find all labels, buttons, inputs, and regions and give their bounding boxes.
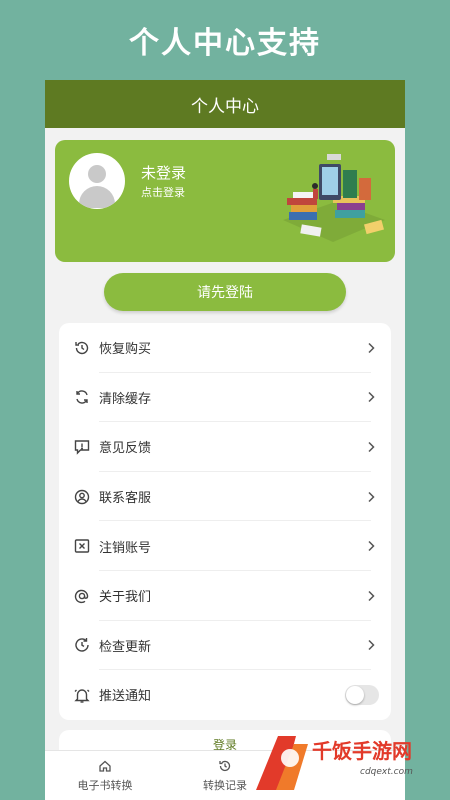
- app-bar: 个人中心: [45, 80, 405, 128]
- user-circle-icon: [73, 488, 91, 506]
- menu-item-customer-service[interactable]: 联系客服: [59, 472, 391, 522]
- menu-item-restore-purchase[interactable]: 恢复购买: [59, 323, 391, 373]
- chevron-right-icon: [368, 541, 375, 552]
- user-avatar-icon[interactable]: [69, 153, 125, 209]
- feedback-icon: [73, 438, 91, 456]
- update-clock-icon: [73, 636, 91, 654]
- profile-card[interactable]: 未登录 点击登录: [55, 140, 395, 262]
- chevron-right-icon: [368, 392, 375, 403]
- toggle-knob: [346, 685, 364, 704]
- menu-item-label: 联系客服: [99, 491, 152, 507]
- at-icon: [73, 587, 91, 605]
- menu-item-label: 关于我们: [99, 590, 152, 606]
- menu-item-check-update[interactable]: 检查更新: [59, 621, 391, 671]
- history-icon: [73, 339, 91, 357]
- chevron-right-icon: [368, 491, 375, 502]
- menu-item-label: 检查更新: [99, 639, 152, 655]
- menu-item-clear-cache[interactable]: 清除缓存: [59, 373, 391, 423]
- profile-login-hint[interactable]: 点击登录: [141, 184, 185, 200]
- push-notification-toggle[interactable]: [345, 684, 379, 705]
- home-icon: [99, 760, 111, 772]
- menu-item-label: 注销账号: [99, 540, 152, 556]
- watermark-text: 千饭手游网: [312, 739, 412, 763]
- menu-item-label: 意见反馈: [99, 441, 152, 457]
- watermark-subtext: cdqext.com: [360, 767, 413, 777]
- banner-title: 个人中心支持: [129, 26, 321, 61]
- tab-ebook-convert[interactable]: 电子书转换: [45, 751, 165, 800]
- chevron-right-icon: [368, 640, 375, 651]
- chevron-right-icon: [368, 590, 375, 601]
- menu-item-delete-account[interactable]: 注销账号: [59, 521, 391, 571]
- app-bar-title: 个人中心: [191, 96, 259, 117]
- login-button[interactable]: 请先登陆: [104, 273, 346, 311]
- bell-icon: [73, 686, 91, 704]
- menu-item-label: 清除缓存: [99, 391, 152, 407]
- watermark-logo: 千饭手游网 cdqext.com: [256, 736, 413, 790]
- menu-item-push-notification: 推送通知: [59, 670, 391, 720]
- chevron-right-icon: [368, 441, 375, 453]
- books-illustration: [283, 154, 385, 242]
- settings-menu: 恢复购买 清除缓存 意见反馈 联系客服 注销账号 关于我们 检查更新 推送通知: [59, 323, 391, 720]
- menu-item-label: 推送通知: [99, 689, 152, 705]
- menu-item-feedback[interactable]: 意见反馈: [59, 422, 391, 472]
- menu-item-label: 恢复购买: [99, 342, 152, 358]
- phone-screen: 个人中心 未登录 点击登录 请先登陆 恢复购买 清除缓存 意见反馈 联系客服 注…: [45, 80, 405, 800]
- chevron-right-icon: [368, 342, 375, 353]
- refresh-icon: [73, 388, 91, 406]
- tab-label: 电子书转换: [77, 779, 133, 792]
- close-box-icon: [73, 537, 91, 555]
- tab-label: 转换记录: [203, 779, 247, 792]
- profile-name: 未登录: [141, 164, 187, 182]
- menu-item-about-us[interactable]: 关于我们: [59, 571, 391, 621]
- history-icon: [219, 760, 231, 772]
